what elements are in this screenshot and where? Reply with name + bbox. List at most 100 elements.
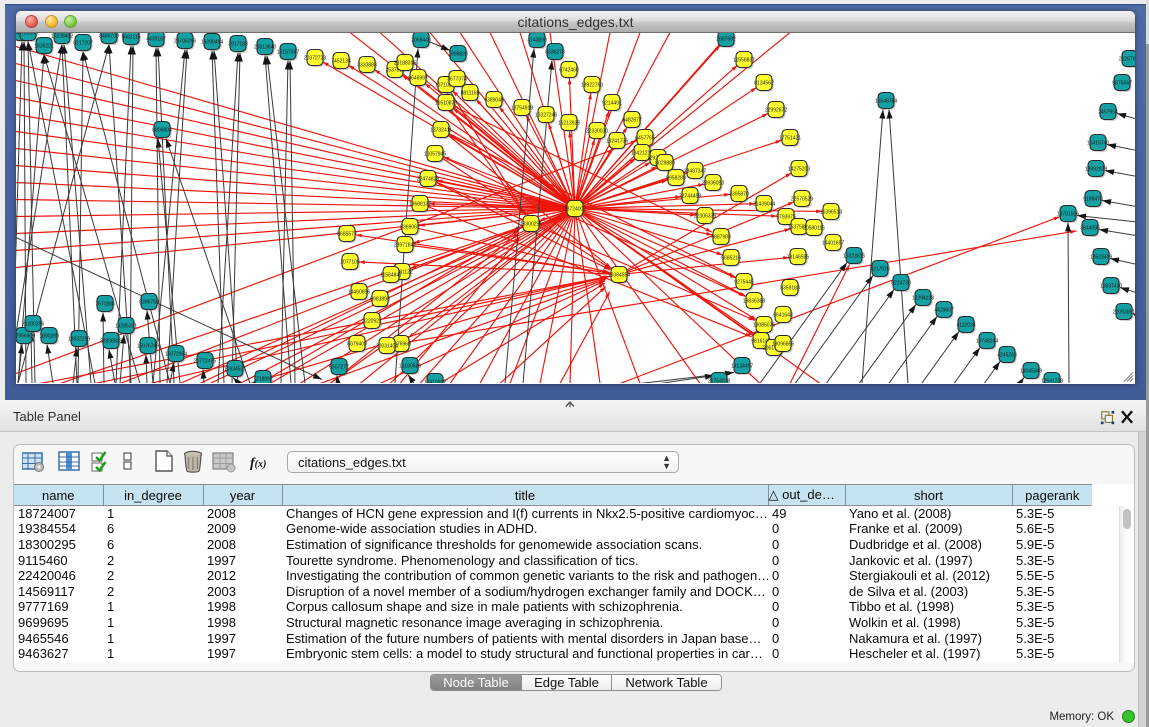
svg-text:4245263: 4245263 [997, 352, 1017, 358]
svg-text:10334531: 10334531 [224, 366, 246, 372]
svg-text:22806503: 22806503 [100, 338, 122, 344]
svg-text:5641643: 5641643 [773, 312, 793, 318]
svg-text:7671884: 7671884 [95, 301, 115, 307]
svg-text:16648784: 16648784 [875, 98, 897, 104]
svg-text:15157347: 15157347 [277, 49, 299, 55]
svg-text:22474828: 22474828 [417, 176, 439, 182]
svg-text:18096865: 18096865 [772, 341, 794, 347]
svg-text:9887903: 9887903 [711, 234, 731, 240]
svg-text:6217026: 6217026 [870, 266, 890, 272]
svg-text:22744459: 22744459 [679, 193, 701, 199]
svg-text:8489709: 8489709 [99, 33, 119, 39]
svg-text:21257684: 21257684 [1119, 56, 1135, 62]
svg-text:22330030: 22330030 [586, 128, 608, 134]
svg-text:2687682: 2687682 [716, 36, 736, 42]
svg-text:19085076: 19085076 [753, 322, 775, 328]
svg-text:13045349: 13045349 [1020, 368, 1042, 374]
svg-text:20813640: 20813640 [254, 44, 276, 50]
svg-text:18300295: 18300295 [520, 221, 542, 227]
svg-text:22093651: 22093651 [1113, 309, 1135, 315]
svg-text:3220921: 3220921 [362, 318, 382, 324]
svg-text:16415740: 16415740 [1087, 140, 1109, 146]
svg-text:12541238: 12541238 [1041, 378, 1063, 383]
svg-text:8811165: 8811165 [461, 90, 480, 96]
svg-text:19285201: 19285201 [115, 323, 137, 329]
svg-text:10228452: 10228452 [51, 33, 73, 39]
svg-text:15076749: 15076749 [137, 343, 159, 349]
svg-text:22306335: 22306335 [694, 213, 716, 219]
svg-text:19832259: 19832259 [68, 336, 90, 342]
svg-text:13754919: 13754919 [511, 105, 533, 111]
svg-text:9217207: 9217207 [73, 40, 93, 46]
svg-text:6482877: 6482877 [622, 117, 642, 123]
svg-text:13701506: 13701506 [1057, 211, 1079, 217]
svg-text:14460856: 14460856 [348, 289, 370, 295]
svg-text:22570529: 22570529 [791, 196, 813, 202]
svg-text:23936053: 23936053 [702, 180, 724, 186]
svg-text:10057945: 10057945 [424, 151, 446, 157]
svg-text:18992829: 18992829 [1085, 166, 1107, 172]
svg-text:7452134: 7452134 [331, 58, 351, 64]
svg-text:17956909: 17956909 [16, 333, 35, 339]
svg-text:5682115: 5682115 [121, 34, 140, 40]
svg-text:2457954: 2457954 [1098, 109, 1118, 115]
svg-text:16396513: 16396513 [820, 209, 842, 215]
svg-text:3677374: 3677374 [447, 76, 467, 82]
svg-text:8646997: 8646997 [408, 75, 428, 81]
svg-text:1218062: 1218062 [253, 376, 273, 382]
svg-text:9958289: 9958289 [666, 175, 686, 181]
svg-text:22992872: 22992872 [765, 107, 787, 113]
svg-text:13732411: 13732411 [430, 127, 452, 133]
svg-text:14275203: 14275203 [788, 166, 810, 172]
svg-text:6457765: 6457765 [635, 135, 655, 141]
svg-text:16213925: 16213925 [558, 120, 580, 126]
svg-text:16072954: 16072954 [165, 351, 187, 357]
svg-text:21754078: 21754078 [708, 378, 730, 383]
svg-text:3333883: 3333883 [357, 62, 377, 68]
svg-text:8396759: 8396759 [139, 299, 159, 305]
svg-text:10327246: 10327246 [535, 112, 557, 118]
svg-text:19384554: 19384554 [608, 272, 630, 278]
svg-text:18724007: 18724007 [564, 206, 586, 212]
svg-text:1999828: 1999828 [448, 51, 468, 57]
svg-text:15180586: 15180586 [399, 363, 421, 369]
svg-text:23971842: 23971842 [394, 242, 416, 248]
svg-text:8029889: 8029889 [655, 160, 675, 166]
svg-text:20372723: 20372723 [304, 55, 326, 61]
svg-text:12294238: 12294238 [912, 295, 934, 301]
svg-text:4143890: 4143890 [527, 37, 547, 43]
svg-text:11584847: 11584847 [380, 272, 402, 278]
svg-text:8224730: 8224730 [891, 280, 911, 286]
svg-text:23487347: 23487347 [684, 168, 706, 174]
svg-text:3917183: 3917183 [228, 41, 248, 47]
svg-text:8134562: 8134562 [754, 80, 774, 86]
svg-text:10323815: 10323815 [843, 253, 865, 259]
svg-text:4429607: 4429607 [934, 307, 954, 313]
svg-text:10837430: 10837430 [1100, 283, 1122, 289]
svg-text:20031404: 20031404 [376, 343, 398, 349]
svg-text:19688132: 19688132 [409, 201, 431, 207]
svg-text:13748244: 13748244 [976, 338, 998, 344]
svg-text:13241736: 13241736 [606, 138, 628, 144]
svg-text:16510878: 16510878 [435, 100, 457, 106]
svg-text:23706266: 23706266 [174, 38, 196, 44]
svg-text:3395870: 3395870 [729, 191, 749, 197]
svg-text:8079409: 8079409 [347, 341, 367, 347]
svg-text:21200396: 21200396 [22, 321, 44, 327]
svg-text:2066449: 2066449 [411, 37, 431, 43]
svg-text:21439044: 21439044 [753, 201, 775, 207]
svg-text:5685216: 5685216 [721, 255, 741, 261]
svg-text:4735650: 4735650 [18, 33, 38, 37]
svg-text:9983893: 9983893 [370, 296, 390, 302]
svg-text:18922760: 18922760 [581, 82, 603, 88]
svg-text:11558837: 11558837 [733, 57, 755, 63]
svg-text:f(x): f(x) [250, 456, 266, 471]
svg-text:4112034: 4112034 [956, 322, 975, 328]
svg-text:8359183: 8359183 [780, 285, 800, 291]
svg-text:4439167: 4439167 [146, 36, 166, 42]
svg-text:6742460: 6742460 [559, 67, 579, 73]
svg-text:23188315: 23188315 [394, 60, 416, 66]
svg-text:8369062: 8369062 [400, 224, 420, 230]
svg-text:9214491: 9214491 [602, 100, 622, 106]
svg-text:8336273: 8336273 [545, 49, 565, 55]
